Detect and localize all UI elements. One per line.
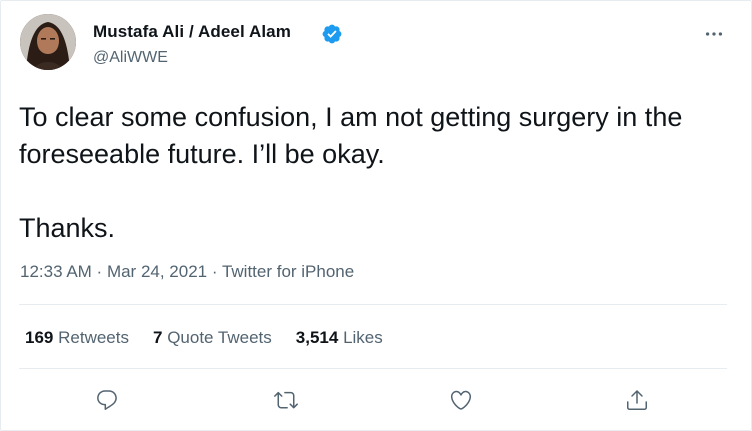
tweet-text: To clear some confusion, I am not gettin…: [19, 102, 683, 243]
share-icon: [627, 390, 647, 410]
quote-tweets-count: 7: [152, 328, 163, 347]
meta-separator-2: ·: [207, 262, 222, 281]
retweet-icon: [274, 391, 298, 409]
avatar-image: [20, 14, 76, 70]
tweet-actions: [1, 384, 752, 416]
quote-tweets-label: Quote Tweets: [167, 328, 272, 347]
likes-stat[interactable]: 3,514 Likes: [296, 328, 383, 348]
tweet-time[interactable]: 12:33 AM: [20, 262, 92, 281]
divider-top: [19, 304, 727, 305]
meta-separator: ·: [91, 262, 107, 281]
reply-button[interactable]: [91, 384, 123, 416]
verified-badge-icon: [321, 23, 343, 45]
likes-count: 3,514: [295, 328, 339, 347]
tweet-card: Mustafa Ali / Adeel Alam @AliWWE To clea…: [0, 0, 752, 431]
retweets-stat[interactable]: 169 Retweets: [25, 328, 129, 348]
tweet-stats: 169 Retweets 7 Quote Tweets 3,514 Likes: [25, 328, 383, 348]
likes-label: Likes: [343, 328, 383, 347]
heart-icon: [450, 390, 472, 410]
avatar[interactable]: [20, 14, 76, 70]
quote-tweets-stat[interactable]: 7 Quote Tweets: [153, 328, 272, 348]
display-name[interactable]: Mustafa Ali / Adeel Alam: [93, 22, 291, 42]
divider-bottom: [19, 368, 727, 369]
retweet-button[interactable]: [270, 384, 302, 416]
reply-icon: [97, 390, 117, 410]
more-options-icon[interactable]: [701, 21, 727, 47]
tweet-source[interactable]: Twitter for iPhone: [222, 262, 354, 281]
tweet-meta: 12:33 AM · Mar 24, 2021 · Twitter for iP…: [20, 262, 354, 282]
tweet-date[interactable]: Mar 24, 2021: [107, 262, 207, 281]
handle[interactable]: @AliWWE: [93, 49, 168, 67]
retweets-count: 169: [25, 328, 54, 347]
share-button[interactable]: [621, 384, 653, 416]
like-button[interactable]: [445, 384, 477, 416]
retweets-label: Retweets: [58, 328, 129, 347]
